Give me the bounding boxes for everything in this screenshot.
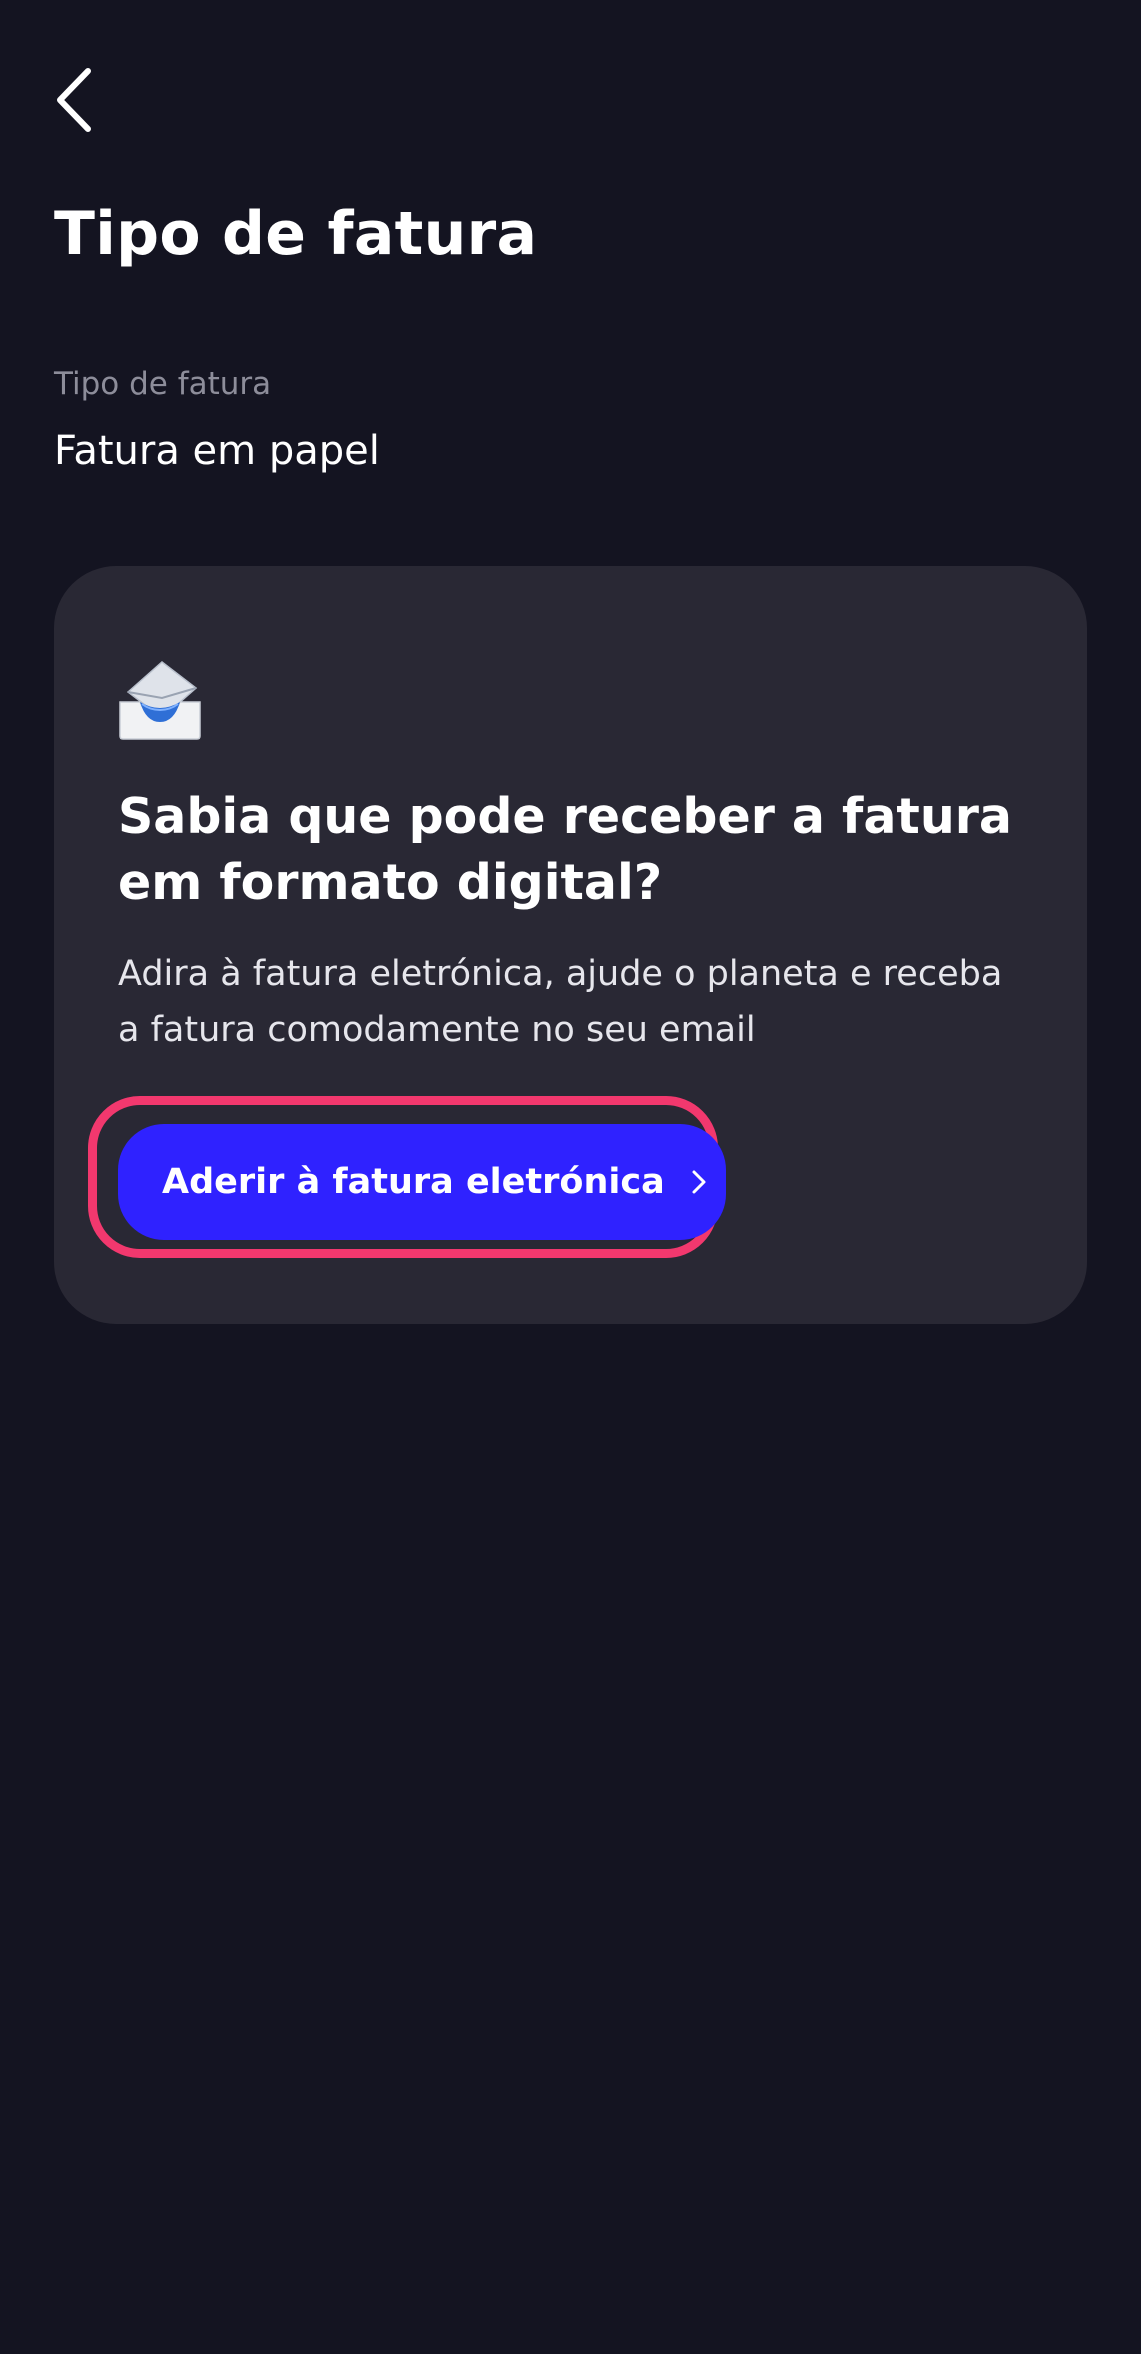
chevron-left-icon <box>57 68 91 132</box>
incoming-envelope-icon <box>119 661 201 740</box>
join-e-invoice-button-label: Aderir à fatura eletrónica <box>162 1162 665 1202</box>
digital-invoice-promo-card: Sabia que pode receber a fatura em forma… <box>54 566 1087 1324</box>
promo-description: Adira à fatura eletrónica, ajude o plane… <box>118 954 1003 1050</box>
chevron-right-icon <box>691 1169 707 1195</box>
back-button[interactable] <box>52 60 124 140</box>
join-e-invoice-button[interactable]: Aderir à fatura eletrónica <box>118 1124 726 1240</box>
page-title: Tipo de fatura <box>54 199 538 269</box>
promo-heading: Sabia que pode receber a fatura em forma… <box>118 788 1012 911</box>
invoice-type-value: Fatura em papel <box>54 428 380 474</box>
invoice-type-label: Tipo de fatura <box>54 366 272 402</box>
